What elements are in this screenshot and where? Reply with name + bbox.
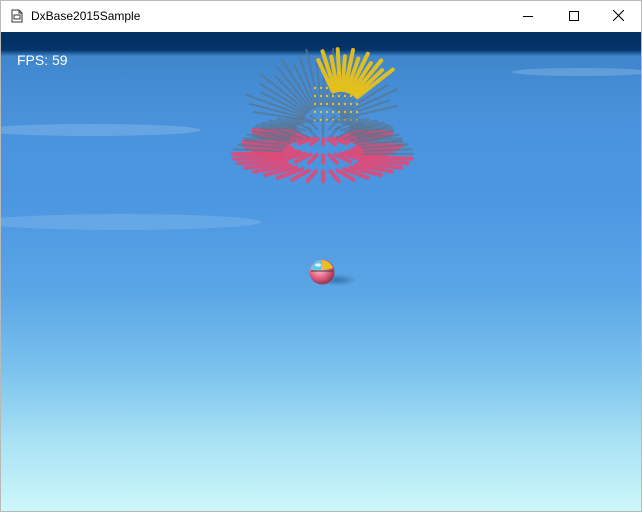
app-window: DxBase2015Sample FPS: 59 [0, 0, 642, 512]
3d-scene [1, 47, 641, 286]
maximize-button[interactable] [551, 1, 597, 32]
small-ball-object [309, 259, 357, 286]
title-bar[interactable]: DxBase2015Sample [1, 1, 641, 32]
sky-haze [1, 68, 641, 230]
render-viewport[interactable]: FPS: 59 [1, 32, 641, 511]
app-document-icon [11, 9, 23, 23]
maximize-icon [569, 8, 579, 26]
close-icon [612, 8, 624, 26]
window-title: DxBase2015Sample [31, 9, 141, 23]
close-button[interactable] [595, 1, 641, 32]
spiky-sphere-object [231, 47, 415, 184]
minimize-button[interactable] [505, 1, 551, 32]
fps-counter: FPS: 59 [17, 52, 68, 68]
minimize-icon [523, 8, 533, 26]
